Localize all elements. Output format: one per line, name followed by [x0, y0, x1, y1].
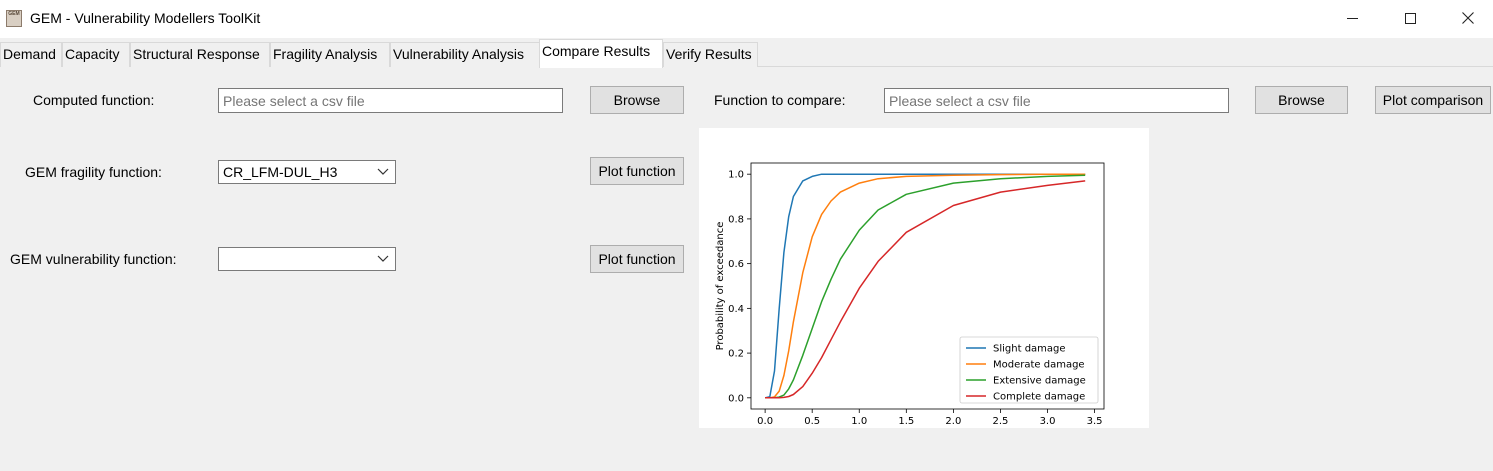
y-tick-label: 0.4 [728, 304, 744, 315]
x-tick-label: 0.0 [757, 416, 773, 427]
tab-fragility-analysis[interactable]: Fragility Analysis [270, 42, 390, 67]
plot-vulnerability-button[interactable]: Plot function [590, 245, 684, 273]
computed-function-input[interactable] [218, 88, 563, 113]
chevron-down-icon [377, 255, 389, 262]
plot-comparison-button[interactable]: Plot comparison [1375, 86, 1491, 114]
y-tick-label: 0.0 [728, 393, 744, 404]
y-tick-label: 0.8 [728, 214, 744, 225]
y-tick-label: 1.0 [728, 170, 744, 181]
legend-label: Slight damage [993, 344, 1066, 355]
tab-bar: Demand Capacity Structural Response Frag… [0, 38, 1493, 68]
app-logo-text: GEM [8, 11, 20, 17]
x-tick-label: 3.5 [1087, 416, 1103, 427]
legend-label: Extensive damage [993, 376, 1086, 387]
legend-label: Complete damage [993, 392, 1085, 403]
fragility-chart: 0.0 0.5 1.0 1.5 2.0 2.5 3.0 3.5 0.0 0.2 0.4 0.6 0.8 1… [715, 162, 1105, 440]
x-tick-label: 2.0 [945, 416, 961, 427]
browse-computed-button[interactable]: Browse [590, 86, 684, 114]
maximize-button[interactable] [1387, 0, 1433, 36]
legend-label: Moderate damage [993, 360, 1085, 371]
fragility-function-value: CR_LFM-DUL_H3 [223, 164, 338, 180]
close-button[interactable] [1445, 0, 1491, 36]
x-tick-label: 1.0 [851, 416, 867, 427]
function-to-compare-label: Function to compare: [714, 92, 846, 108]
tab-verify-results[interactable]: Verify Results [663, 42, 758, 67]
tab-demand[interactable]: Demand [0, 42, 62, 67]
app-logo-icon: GEM [6, 10, 22, 27]
browse-compare-button[interactable]: Browse [1255, 86, 1348, 114]
chevron-down-icon [377, 168, 389, 175]
tab-capacity[interactable]: Capacity [62, 42, 130, 67]
fragility-function-select[interactable]: CR_LFM-DUL_H3 [218, 160, 396, 184]
maximize-icon [1404, 12, 1416, 24]
minimize-icon [1346, 17, 1358, 19]
fragility-plot: 0.0 0.5 1.0 1.5 2.0 2.5 3.0 3.5 0.0 0.2 0.4 0.6 0.8 1… [699, 128, 1149, 440]
plot-fragility-button[interactable]: Plot function [590, 157, 684, 185]
vulnerability-function-select[interactable] [218, 247, 396, 271]
x-tick-label: 0.5 [804, 416, 820, 427]
x-tick-label: 2.5 [993, 416, 1009, 427]
x-tick-label: 1.5 [898, 416, 914, 427]
tab-vulnerability-analysis[interactable]: Vulnerability Analysis [390, 42, 540, 67]
x-tick-label: 3.0 [1040, 416, 1056, 427]
title-bar: GEM GEM - Vulnerability Modellers ToolKi… [0, 0, 1493, 38]
compare-function-input[interactable] [884, 88, 1229, 113]
close-icon [1462, 12, 1474, 24]
y-axis-label: Probability of exceedance [715, 222, 726, 351]
minimize-button[interactable] [1329, 0, 1375, 36]
gem-vulnerability-label: GEM vulnerability function: [10, 251, 177, 267]
y-tick-label: 0.2 [728, 349, 744, 360]
tab-structural-response[interactable]: Structural Response [130, 42, 270, 67]
y-tick-label: 0.6 [728, 259, 744, 270]
computed-function-label: Computed function: [33, 92, 155, 108]
gem-fragility-label: GEM fragility function: [25, 164, 162, 180]
window-title: GEM - Vulnerability Modellers ToolKit [30, 10, 261, 26]
tab-compare-results[interactable]: Compare Results [539, 39, 663, 68]
